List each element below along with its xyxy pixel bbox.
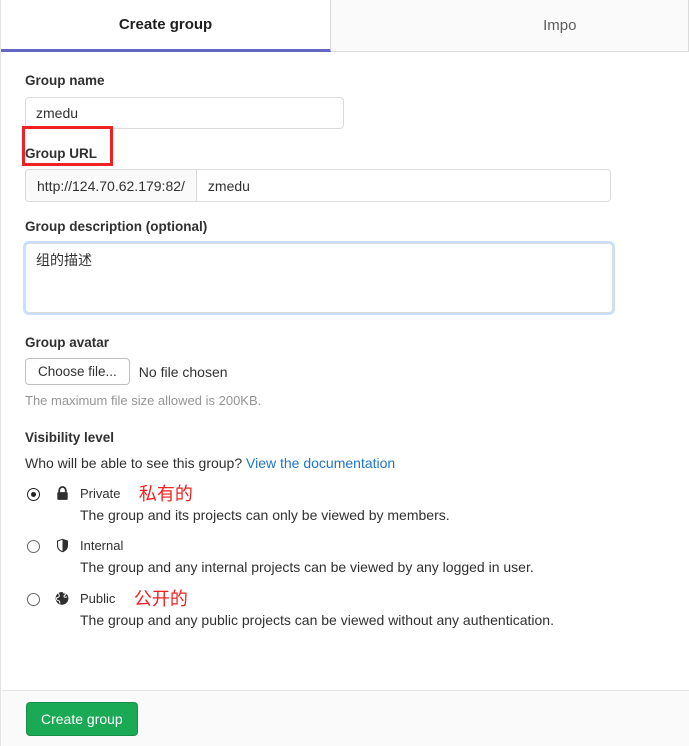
form-footer: Create group bbox=[2, 690, 689, 746]
group-url-field-block: Group URL http://124.70.62.179:82/ bbox=[25, 145, 689, 203]
visibility-internal-description: The group and any internal projects can … bbox=[80, 559, 534, 576]
group-description-textarea[interactable] bbox=[25, 242, 613, 313]
group-name-input[interactable] bbox=[25, 96, 344, 129]
create-group-submit-button[interactable]: Create group bbox=[26, 701, 138, 736]
visibility-private-name: Private bbox=[80, 486, 121, 502]
choose-file-button[interactable]: Choose file... bbox=[25, 358, 130, 386]
globe-icon bbox=[54, 590, 70, 608]
group-name-label: Group name bbox=[25, 73, 105, 88]
group-url-label: Group URL bbox=[25, 145, 97, 161]
group-description-label: Group description (optional) bbox=[25, 219, 208, 235]
visibility-private-texts: Private 私有的 The group and its projects c… bbox=[80, 485, 689, 525]
avatar-file-row: Choose file... No file chosen bbox=[25, 358, 689, 386]
shield-icon bbox=[54, 537, 70, 555]
radio-private[interactable] bbox=[27, 488, 40, 502]
tab-create-group[interactable]: Create group bbox=[1, 0, 332, 52]
visibility-option-private[interactable]: Private 私有的 The group and its projects c… bbox=[25, 485, 689, 525]
visibility-internal-name: Internal bbox=[80, 538, 124, 554]
avatar-help-text: The maximum file size allowed is 200KB. bbox=[25, 393, 262, 409]
visibility-level-question-row: Who will be able to see this group? View… bbox=[25, 455, 689, 471]
group-avatar-label: Group avatar bbox=[25, 334, 110, 350]
view-documentation-link[interactable]: View the documentation bbox=[246, 455, 395, 471]
lock-icon bbox=[54, 485, 70, 503]
visibility-option-internal[interactable]: Internal The group and any internal proj… bbox=[25, 537, 689, 577]
tab-import-group[interactable]: Impo bbox=[331, 0, 689, 51]
tab-create-group-label: Create group bbox=[118, 16, 213, 33]
visibility-level-block: Visibility level Who will be able to see… bbox=[25, 430, 689, 630]
radio-public[interactable] bbox=[27, 592, 40, 606]
group-avatar-field-block: Group avatar Choose file... No file chos… bbox=[25, 334, 689, 409]
visibility-public-texts: Public 公开的 The group and any public proj… bbox=[80, 590, 689, 630]
group-description-field-block: Group description (optional) bbox=[25, 218, 689, 318]
visibility-public-name: Public bbox=[80, 590, 116, 606]
group-url-input[interactable] bbox=[196, 170, 610, 202]
group-name-field-block: Group name bbox=[25, 72, 689, 129]
annotation-public-cn: 公开的 bbox=[133, 588, 188, 610]
visibility-internal-texts: Internal The group and any internal proj… bbox=[80, 537, 689, 577]
tab-import-group-label: Impo bbox=[543, 17, 577, 34]
tab-bar: Create group Impo bbox=[1, 0, 689, 52]
file-chosen-status: No file chosen bbox=[138, 363, 228, 380]
radio-internal[interactable] bbox=[27, 540, 40, 554]
visibility-level-question: Who will be able to see this group? bbox=[25, 455, 243, 472]
visibility-option-public[interactable]: Public 公开的 The group and any public proj… bbox=[25, 590, 689, 630]
create-group-page: Create group Impo Group name Group URL h… bbox=[0, 0, 689, 746]
visibility-private-description: The group and its projects can only be v… bbox=[80, 507, 450, 524]
visibility-public-description: The group and any public projects can be… bbox=[80, 611, 554, 628]
visibility-level-title: Visibility level bbox=[25, 430, 115, 446]
annotation-private-cn: 私有的 bbox=[138, 484, 193, 506]
create-group-form: Group name Group URL http://124.70.62.17… bbox=[1, 52, 689, 630]
group-url-input-group: http://124.70.62.179:82/ bbox=[25, 169, 611, 203]
group-url-prefix: http://124.70.62.179:82/ bbox=[26, 170, 197, 202]
